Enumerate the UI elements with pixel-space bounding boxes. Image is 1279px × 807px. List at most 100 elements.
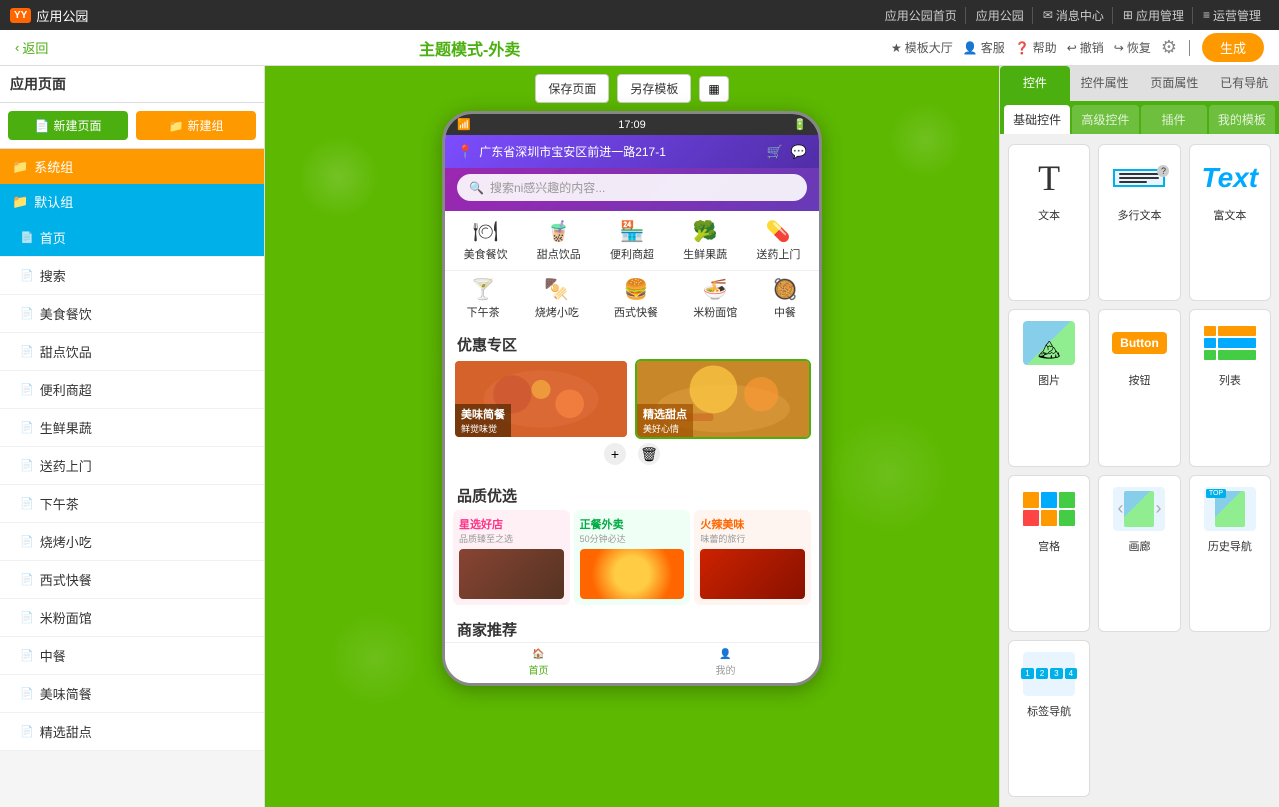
qr-button[interactable]: ▦ [699,76,728,102]
promo-delete-button[interactable]: 🗑 [638,443,660,465]
cat-food[interactable]: 🍽 美食餐饮 [464,219,508,262]
undo-link[interactable]: ↩ 撤销 [1067,39,1104,56]
sidebar-item-medicine[interactable]: 📄 送药上门 [0,447,264,485]
widget-history-label: 历史导航 [1208,538,1252,554]
main-toolbar: ‹ 返回 主题模式-外卖 ★ 模板大厅 👤 客服 ❓ 帮助 ↩ 撤销 ↪ 恢复 … [0,30,1279,66]
nav-home-link[interactable]: 应用公园首页 [877,7,966,24]
canvas-toolbar: 保存页面 另存模板 ▦ [527,66,736,111]
redo-link[interactable]: ↪ 恢复 [1114,39,1151,56]
logo-icon: YY [10,8,31,23]
nav-app-link[interactable]: 应用公园 [968,7,1033,24]
quality-sub-1: 品质臻至之选 [459,532,564,545]
tab-page-props[interactable]: 页面属性 [1140,66,1210,101]
back-button[interactable]: ‹ 返回 [15,38,48,57]
cat-chinese[interactable]: 🥘 中餐 [772,277,797,320]
phone-search-input[interactable]: 🔍 搜索ni感兴趣的内容... [457,174,807,201]
save-template-button[interactable]: 另存模板 [617,74,691,103]
widget-richtext-icon: Text [1200,153,1260,203]
widget-richtext[interactable]: Text 富文本 [1189,144,1271,301]
page-icon-simple: 📄 [20,687,34,700]
subtab-mytemplate[interactable]: 我的模板 [1209,105,1275,134]
cat-convenience[interactable]: 🏪 便利商超 [610,219,654,262]
promo-card-1[interactable]: 美味简餐 鲜觉味觉 [453,359,629,439]
sidebar-group-default[interactable]: 📁 默认组 [0,184,264,219]
tab-nav[interactable]: 已有导航 [1209,66,1279,101]
settings-button[interactable]: ⚙ [1161,37,1177,58]
widget-multitext-label: 多行文本 [1117,207,1161,223]
widget-tagnav-label: 标签导航 [1027,703,1071,719]
save-page-button[interactable]: 保存页面 [535,74,609,103]
promo-section: 美味简餐 鲜觉味觉 [445,359,819,477]
cat-noodle[interactable]: 🍜 米粉面馆 [693,277,737,320]
promo-card-2[interactable]: 精选甜点 美好心情 [635,359,811,439]
sidebar-item-chinese[interactable]: 📄 中餐 [0,637,264,675]
tab-widgets[interactable]: 控件 [1000,66,1070,101]
bottom-nav-home[interactable]: 🏠 首页 [529,649,549,677]
bottom-nav-mine[interactable]: 👤 我的 [716,649,736,677]
sidebar: 应用页面 📄 新建页面 📁 新建组 📁 系统组 📁 默认组 📄 首页 [0,66,265,807]
widget-button[interactable]: Button 按钮 [1098,309,1180,466]
sidebar-item-tea[interactable]: 📄 下午茶 [0,485,264,523]
widget-history[interactable]: TOP 历史导航 [1189,475,1271,632]
star-icon: ★ [891,41,902,55]
widget-list[interactable]: 列表 [1189,309,1271,466]
cat-fresh[interactable]: 🥦 生鲜果蔬 [683,219,727,262]
signal-icon: 📶 [457,118,471,131]
chat-icon[interactable]: 💬 [791,144,807,160]
subtab-basic[interactable]: 基础控件 [1004,105,1070,134]
sidebar-group-system[interactable]: 📁 系统组 [0,149,264,184]
page-title: 主题模式-外卖 [48,36,891,60]
sidebar-item-dessert[interactable]: 📄 甜点饮品 [0,333,264,371]
quality-img-3 [700,549,805,599]
cat-medicine[interactable]: 💊 送药上门 [756,219,800,262]
promo-images: 美味简餐 鲜觉味觉 [453,359,811,439]
cart-icon[interactable]: 🛒 [767,144,783,160]
sidebar-item-home[interactable]: 📄 首页 [0,219,264,257]
sidebar-item-sweetdessert[interactable]: 📄 精选甜点 [0,713,264,751]
widget-image[interactable]: 🏔 图片 [1008,309,1090,466]
sidebar-item-simple[interactable]: 📄 美味简餐 [0,675,264,713]
new-group-button[interactable]: 📁 新建组 [136,111,256,140]
help-link[interactable]: ❓ 帮助 [1015,39,1057,56]
cat-western[interactable]: 🍔 西式快餐 [614,277,658,320]
template-hall-link[interactable]: ★ 模板大厅 [891,39,953,56]
sidebar-item-food[interactable]: 📄 美食餐饮 [0,295,264,333]
sidebar-item-search[interactable]: 📄 搜索 [0,257,264,295]
quality-item-3[interactable]: 火辣美味 味蕾的旅行 [694,510,811,605]
page-icon-dessert: 📄 [20,345,34,358]
subtab-plugin[interactable]: 插件 [1141,105,1207,134]
sidebar-item-western[interactable]: 📄 西式快餐 [0,561,264,599]
widget-grid[interactable]: 宫格 [1008,475,1090,632]
cat-tea[interactable]: 🍸 下午茶 [467,277,500,320]
tab-widget-props[interactable]: 控件属性 [1070,66,1140,101]
quality-section: 星选好店 品质臻至之选 正餐外卖 50分钟必达 火辣美味 味蕾的旅行 [445,510,819,613]
sidebar-item-noodle[interactable]: 📄 米粉面馆 [0,599,264,637]
subtab-advanced[interactable]: 高级控件 [1072,105,1138,134]
page-icon-western: 📄 [20,573,34,586]
search-icon: 🔍 [469,181,484,195]
nav-message-link[interactable]: ✉ 消息中心 [1035,7,1113,24]
quality-item-2[interactable]: 正餐外卖 50分钟必达 [574,510,691,605]
nav-appmanage-link[interactable]: ⊞ 应用管理 [1115,7,1193,24]
ops-icon: ≡ [1203,8,1210,22]
phone-bottom-nav: 🏠 首页 👤 我的 [445,642,819,683]
nav-ops-link[interactable]: ≡ 运营管理 [1195,7,1269,24]
generate-button[interactable]: 生成 [1202,33,1264,62]
widget-gallery[interactable]: 画廊 [1098,475,1180,632]
widget-tagnav[interactable]: 1 2 3 4 标签导航 [1008,640,1090,797]
promo-add-button[interactable]: + [604,443,626,465]
back-icon: ‹ [15,40,19,55]
sidebar-item-fresh[interactable]: 📄 生鲜果蔬 [0,409,264,447]
sidebar-item-bbq[interactable]: 📄 烧烤小吃 [0,523,264,561]
sidebar-item-convenience[interactable]: 📄 便利商超 [0,371,264,409]
merchant-section-title: 商家推荐 [445,613,819,642]
widget-multitext[interactable]: 多行文本 [1098,144,1180,301]
new-page-button[interactable]: 📄 新建页面 [8,111,128,140]
quality-item-1[interactable]: 星选好店 品质臻至之选 [453,510,570,605]
cat-dessert[interactable]: 🧋 甜点饮品 [537,219,581,262]
cat-bbq[interactable]: 🍢 烧烤小吃 [535,277,579,320]
service-link[interactable]: 👤 客服 [963,39,1005,56]
phone-status-bar: 📶 17:09 🔋 [445,114,819,135]
widget-text[interactable]: T 文本 [1008,144,1090,301]
cat-food-icon: 🍽 [473,219,498,244]
